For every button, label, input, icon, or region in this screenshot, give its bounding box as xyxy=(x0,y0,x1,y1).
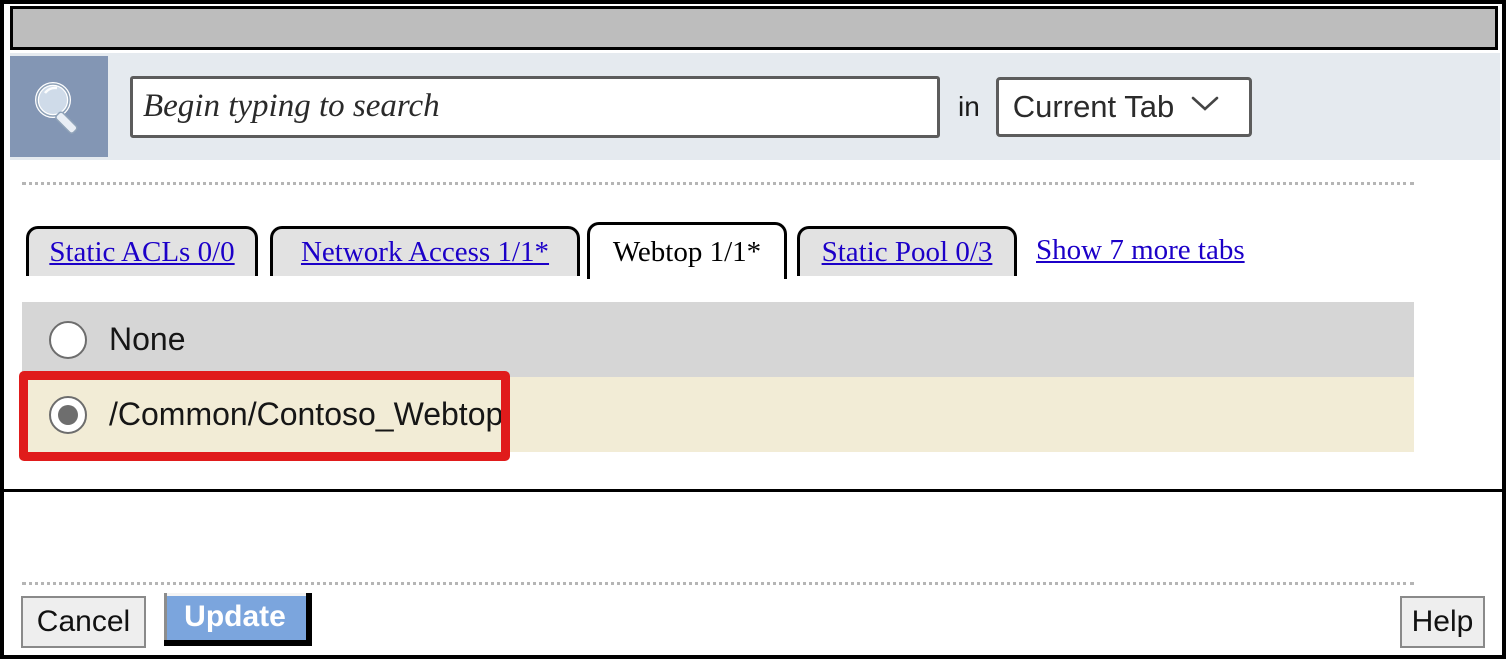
tab-label: Static ACLs 0/0 xyxy=(49,236,235,268)
update-button[interactable]: Update xyxy=(164,593,312,646)
tab-static-acls[interactable]: Static ACLs 0/0 xyxy=(26,226,258,276)
separator-bottom xyxy=(22,582,1414,585)
magnifier-icon xyxy=(10,56,108,157)
tab-label: Network Access 1/1* xyxy=(300,236,550,268)
search-bar: in Current Tab xyxy=(10,53,1500,160)
dialog-window: in Current Tab Static ACLs 0/0 Network A… xyxy=(0,0,1506,659)
search-scope-value: Current Tab xyxy=(1012,88,1175,124)
cancel-button[interactable]: Cancel xyxy=(21,596,146,648)
tab-network-access[interactable]: Network Access 1/1* xyxy=(270,226,580,276)
help-button[interactable]: Help xyxy=(1400,596,1485,648)
list-item[interactable]: None xyxy=(22,302,1414,377)
tab-strip: Static ACLs 0/0 Network Access 1/1* Webt… xyxy=(4,220,1502,492)
separator-top xyxy=(22,182,1414,185)
window-titlebar xyxy=(10,6,1498,50)
radio-contoso-webtop[interactable] xyxy=(49,395,87,434)
tab-webtop[interactable]: Webtop 1/1* xyxy=(587,222,787,279)
tab-label: Static Pool 0/3 xyxy=(821,236,993,268)
search-scope-label: in xyxy=(958,90,980,122)
show-more-tabs-link[interactable]: Show 7 more tabs xyxy=(1036,234,1245,267)
tab-baseline xyxy=(4,489,1502,492)
list-item-label: None xyxy=(109,321,186,357)
radio-none[interactable] xyxy=(49,320,87,359)
search-input[interactable] xyxy=(130,75,940,138)
tab-label: Webtop 1/1* xyxy=(612,235,762,268)
search-scope-select[interactable]: Current Tab xyxy=(995,76,1252,137)
tab-static-pool[interactable]: Static Pool 0/3 xyxy=(797,226,1017,276)
chevron-down-icon xyxy=(1190,95,1220,118)
webtop-option-list: None /Common/Contoso_Webtop xyxy=(22,302,1414,452)
list-item[interactable]: /Common/Contoso_Webtop xyxy=(22,377,1414,452)
list-item-label: /Common/Contoso_Webtop xyxy=(109,396,504,432)
